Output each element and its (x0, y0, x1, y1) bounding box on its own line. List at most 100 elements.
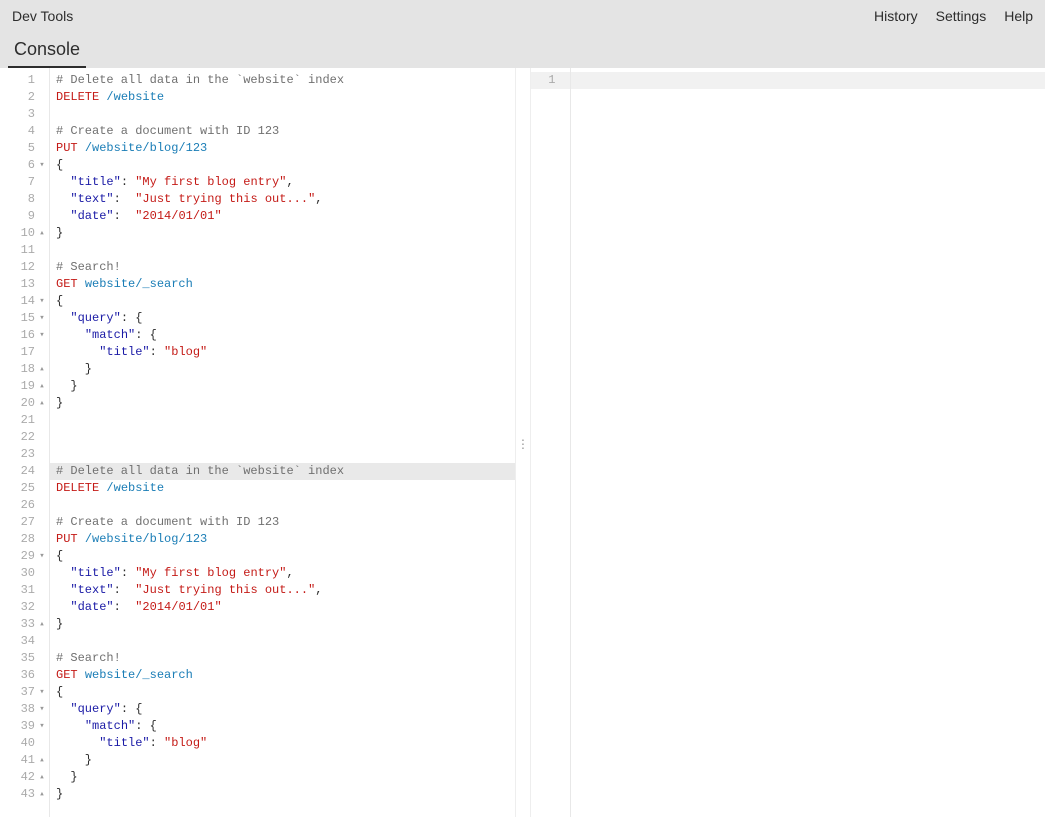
fold-toggle-icon[interactable]: ▴ (37, 378, 47, 395)
tab-row: Console (0, 32, 1045, 68)
code-line[interactable]: { (50, 293, 515, 310)
gutter-line: 6▾ (0, 157, 49, 174)
gutter-line: 18▴ (0, 361, 49, 378)
gutter-line: 26 (0, 497, 49, 514)
drag-handle-icon: ··· (521, 437, 525, 449)
code-line[interactable]: { (50, 548, 515, 565)
gutter-line: 12 (0, 259, 49, 276)
code-line[interactable]: { (50, 157, 515, 174)
code-line[interactable]: # Search! (50, 259, 515, 276)
code-line[interactable]: PUT /website/blog/123 (50, 140, 515, 157)
code-line[interactable]: } (50, 769, 515, 786)
code-line[interactable]: # Delete all data in the `website` index (50, 72, 515, 89)
gutter-line: 8 (0, 191, 49, 208)
gutter-line: 14▾ (0, 293, 49, 310)
tab-console[interactable]: Console (8, 35, 86, 68)
fold-toggle-icon[interactable]: ▾ (37, 684, 47, 701)
editor-pane[interactable]: 123456▾78910▴11121314▾15▾16▾1718▴19▴20▴2… (0, 68, 515, 817)
fold-toggle-icon[interactable]: ▾ (37, 701, 47, 718)
code-line[interactable]: "title": "blog" (50, 344, 515, 361)
code-line[interactable] (50, 106, 515, 123)
fold-toggle-icon[interactable]: ▾ (37, 310, 47, 327)
gutter-line: 37▾ (0, 684, 49, 701)
help-link[interactable]: Help (1004, 8, 1033, 24)
gutter-line: 1 (0, 72, 49, 89)
gutter-line: 24 (0, 463, 49, 480)
code-line[interactable]: } (50, 752, 515, 769)
code-line[interactable]: "date": "2014/01/01" (50, 599, 515, 616)
code-line[interactable]: PUT /website/blog/123 (50, 531, 515, 548)
code-line[interactable]: GET website/_search (50, 667, 515, 684)
code-line[interactable]: "match": { (50, 718, 515, 735)
code-line[interactable] (50, 412, 515, 429)
fold-toggle-icon[interactable]: ▾ (37, 157, 47, 174)
code-line[interactable]: { (50, 684, 515, 701)
gutter-line: 10▴ (0, 225, 49, 242)
fold-toggle-icon[interactable]: ▾ (37, 548, 47, 565)
settings-link[interactable]: Settings (936, 8, 987, 24)
history-link[interactable]: History (874, 8, 918, 24)
code-line[interactable]: } (50, 225, 515, 242)
gutter-line: 20▴ (0, 395, 49, 412)
code-line[interactable]: GET website/_search (50, 276, 515, 293)
code-line[interactable]: "date": "2014/01/01" (50, 208, 515, 225)
fold-toggle-icon[interactable]: ▴ (37, 395, 47, 412)
output-code-area (571, 68, 1045, 817)
code-line[interactable]: } (50, 616, 515, 633)
gutter-line: 33▴ (0, 616, 49, 633)
gutter-line: 19▴ (0, 378, 49, 395)
code-line[interactable]: "query": { (50, 701, 515, 718)
fold-toggle-icon[interactable]: ▴ (37, 225, 47, 242)
gutter-line: 21 (0, 412, 49, 429)
workspace: 123456▾78910▴11121314▾15▾16▾1718▴19▴20▴2… (0, 68, 1045, 817)
code-line[interactable]: # Create a document with ID 123 (50, 123, 515, 140)
code-line[interactable]: } (50, 786, 515, 803)
code-line[interactable]: } (50, 361, 515, 378)
code-line[interactable]: # Create a document with ID 123 (50, 514, 515, 531)
fold-toggle-icon[interactable]: ▾ (37, 327, 47, 344)
gutter-line: 13 (0, 276, 49, 293)
gutter-line: 36 (0, 667, 49, 684)
code-line[interactable] (50, 446, 515, 463)
gutter-line: 5 (0, 140, 49, 157)
code-line[interactable] (50, 242, 515, 259)
code-line[interactable]: # Delete all data in the `website` index (50, 463, 515, 480)
code-line[interactable]: "title": "My first blog entry", (50, 565, 515, 582)
code-line[interactable]: "title": "blog" (50, 735, 515, 752)
top-bar: Dev Tools History Settings Help (0, 0, 1045, 32)
fold-toggle-icon[interactable]: ▾ (37, 293, 47, 310)
code-line[interactable]: } (50, 378, 515, 395)
code-line[interactable] (50, 429, 515, 446)
code-line[interactable]: "match": { (50, 327, 515, 344)
code-line[interactable]: "title": "My first blog entry", (50, 174, 515, 191)
code-line[interactable]: "query": { (50, 310, 515, 327)
gutter-line: 17 (0, 344, 49, 361)
fold-toggle-icon[interactable]: ▴ (37, 752, 47, 769)
code-line[interactable]: "text": "Just trying this out...", (50, 191, 515, 208)
fold-toggle-icon[interactable]: ▾ (37, 718, 47, 735)
fold-toggle-icon[interactable]: ▴ (37, 786, 47, 803)
fold-toggle-icon[interactable]: ▴ (37, 616, 47, 633)
output-gutter: 1 (531, 68, 571, 817)
gutter-line: 4 (0, 123, 49, 140)
fold-toggle-icon[interactable]: ▴ (37, 769, 47, 786)
output-pane[interactable]: 1 (531, 68, 1045, 817)
code-line[interactable]: "text": "Just trying this out...", (50, 582, 515, 599)
gutter-line: 7 (0, 174, 49, 191)
gutter-line: 16▾ (0, 327, 49, 344)
code-line (571, 72, 1045, 89)
gutter-line: 27 (0, 514, 49, 531)
gutter-line: 23 (0, 446, 49, 463)
gutter-line: 39▾ (0, 718, 49, 735)
code-line[interactable]: DELETE /website (50, 480, 515, 497)
pane-divider[interactable]: ··· (515, 68, 531, 817)
code-line[interactable] (50, 633, 515, 650)
code-line[interactable]: } (50, 395, 515, 412)
gutter-line: 35 (0, 650, 49, 667)
fold-toggle-icon[interactable]: ▴ (37, 361, 47, 378)
code-line[interactable]: # Search! (50, 650, 515, 667)
editor-code-area[interactable]: # Delete all data in the `website` index… (50, 68, 515, 817)
code-line[interactable]: DELETE /website (50, 89, 515, 106)
gutter-line: 22 (0, 429, 49, 446)
code-line[interactable] (50, 497, 515, 514)
